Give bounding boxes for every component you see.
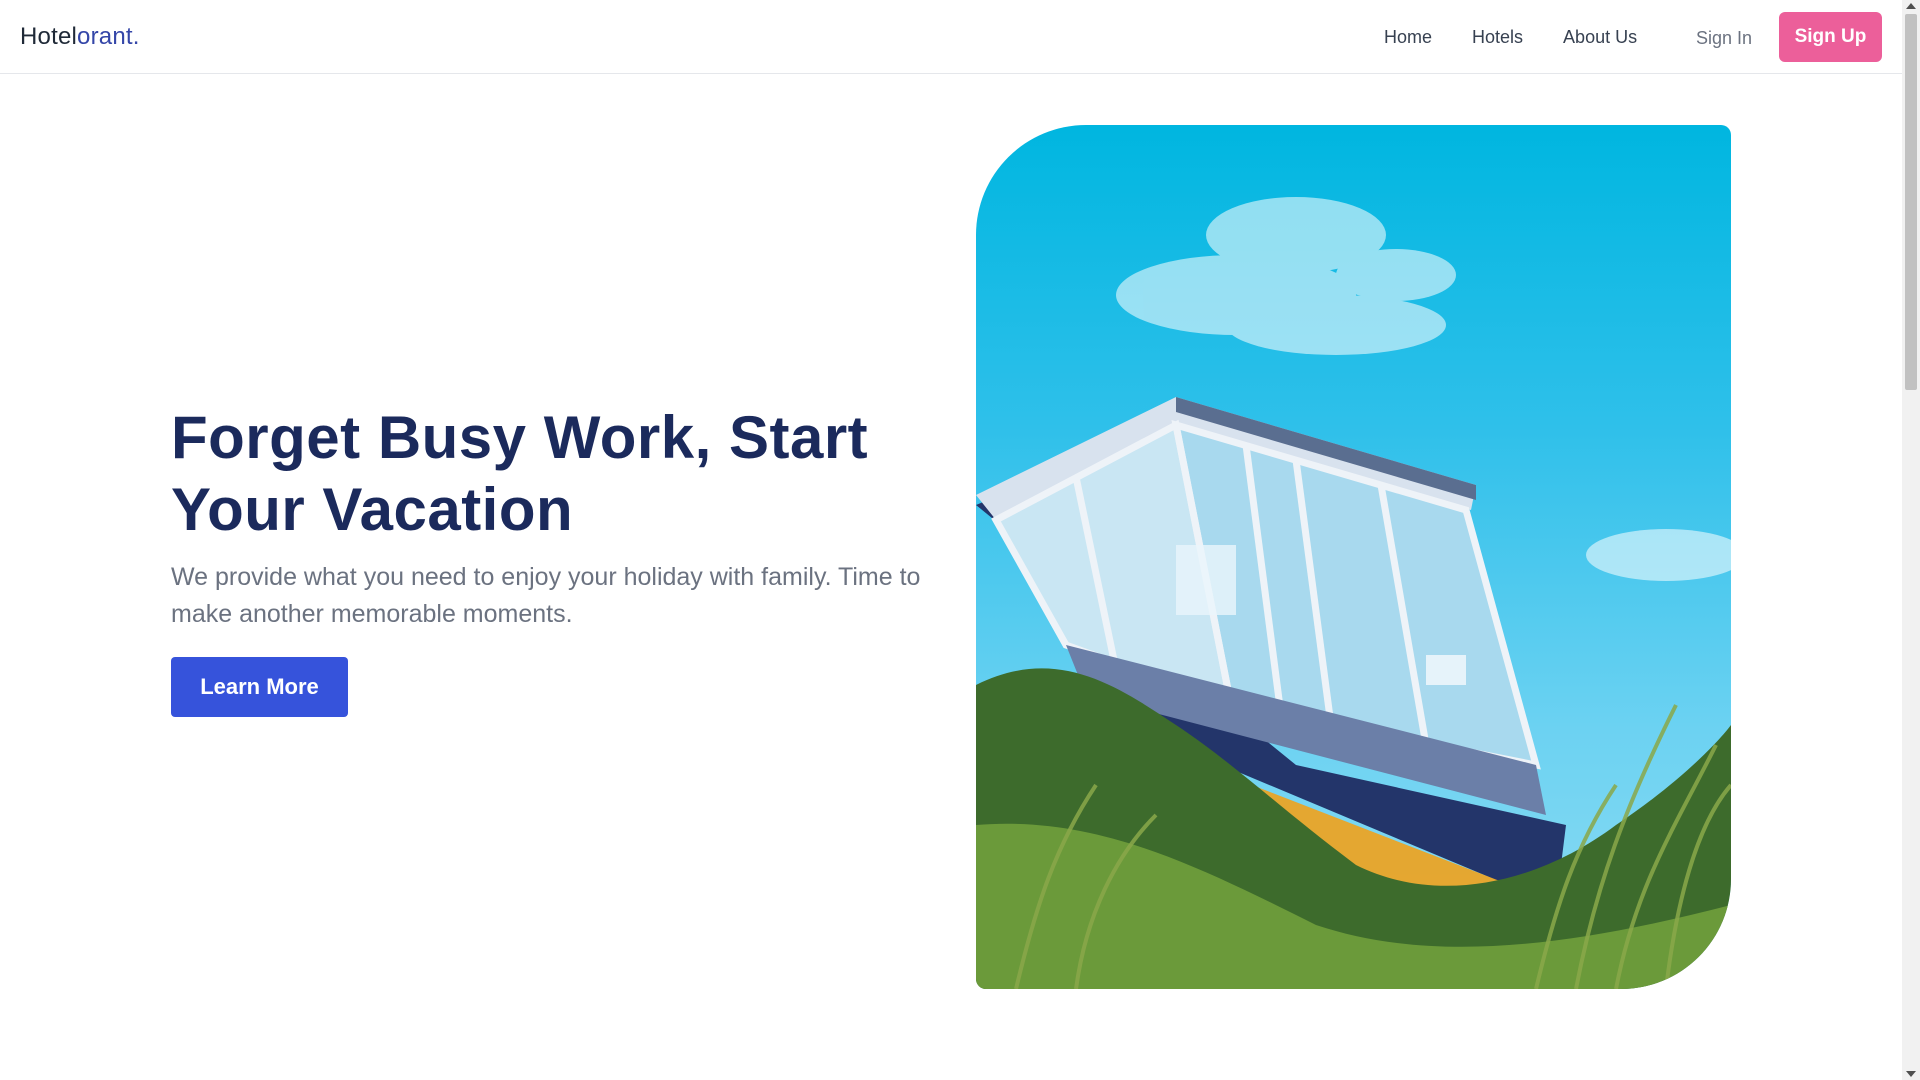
nav-link-home[interactable]: Home: [1384, 24, 1432, 50]
scroll-up-arrow-icon[interactable]: [1906, 3, 1916, 9]
main-nav: Home Hotels About Us: [1384, 24, 1637, 50]
glass-house-illustration: [976, 197, 1731, 989]
scroll-down-arrow-icon[interactable]: [1906, 1071, 1916, 1077]
hero-title: Forget Busy Work, Start Your Vacation: [171, 404, 869, 543]
interior-chair: [1176, 545, 1236, 615]
logo-text-primary: Hotel: [20, 23, 78, 50]
learn-more-button[interactable]: Learn More: [171, 657, 348, 717]
sign-up-button[interactable]: Sign Up: [1779, 12, 1882, 62]
brand-logo[interactable]: Hotelorant.: [20, 22, 140, 52]
site-header: Hotelorant. Home Hotels About Us Sign In…: [0, 0, 1902, 74]
hero-subtitle: We provide what you need to enjoy your h…: [171, 563, 921, 628]
sign-in-link[interactable]: Sign In: [1696, 26, 1752, 50]
nav-link-about-us[interactable]: About Us: [1563, 24, 1637, 50]
logo-text-accent: orant.: [77, 23, 140, 50]
interior-object: [1426, 655, 1466, 685]
page-scrollbar[interactable]: [1902, 0, 1920, 1080]
nav-link-hotels[interactable]: Hotels: [1472, 24, 1523, 50]
hero-image: [976, 125, 1731, 989]
scroll-thumb[interactable]: [1905, 14, 1917, 390]
